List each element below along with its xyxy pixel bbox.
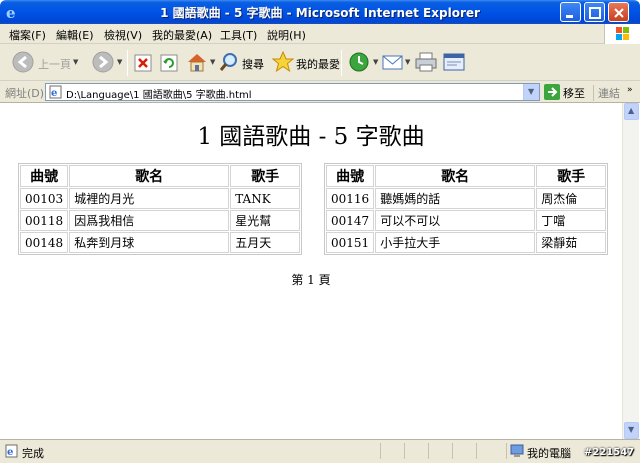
image-id-watermark: #221547 xyxy=(584,447,635,458)
header-name: 歌名 xyxy=(69,165,230,187)
home-dropdown-icon[interactable]: ▼ xyxy=(210,58,215,66)
menu-edit[interactable]: 編輯(E) xyxy=(56,27,94,43)
table-row: 00147 可以不可以 丁噹 xyxy=(326,210,607,231)
song-singer: 梁靜茹 xyxy=(536,232,607,253)
back-dropdown-icon[interactable]: ▼ xyxy=(73,58,78,66)
header-name: 歌名 xyxy=(375,165,536,187)
song-name: 可以不可以 xyxy=(375,210,536,231)
back-button-label[interactable]: 上一頁 xyxy=(38,56,71,72)
song-name: 私奔到月球 xyxy=(69,232,230,253)
song-table-right: 曲號 歌名 歌手 00116 聽媽媽的話 周杰倫 00147 可以不可以 丁噹 … xyxy=(324,163,609,255)
page-done-icon: e xyxy=(5,444,18,458)
table-row: 00116 聽媽媽的話 周杰倫 xyxy=(326,188,607,209)
header-singer: 歌手 xyxy=(536,165,607,187)
forward-icon[interactable] xyxy=(92,51,114,73)
menu-help[interactable]: 說明(H) xyxy=(267,27,306,43)
song-name: 因爲我相信 xyxy=(69,210,230,231)
scroll-up-button[interactable]: ▲ xyxy=(624,103,639,120)
song-id: 00103 xyxy=(20,188,69,209)
links-chevron-icon[interactable]: » xyxy=(627,85,633,95)
song-singer: TANK xyxy=(230,188,301,209)
window-title: 1 國語歌曲 - 5 字歌曲 - Microsoft Internet Expl… xyxy=(160,6,480,20)
table-row: 00103 城裡的月光 TANK xyxy=(20,188,301,209)
song-singer: 五月天 xyxy=(230,232,301,253)
status-text: 完成 xyxy=(22,447,44,460)
mail-dropdown-icon[interactable]: ▼ xyxy=(405,58,410,66)
links-label[interactable]: 連結 xyxy=(593,85,620,101)
minimize-button[interactable] xyxy=(560,2,581,22)
search-icon[interactable] xyxy=(219,52,239,72)
address-label: 網址(D) xyxy=(5,87,45,100)
menu-view[interactable]: 檢視(V) xyxy=(104,27,142,43)
song-id: 00116 xyxy=(326,188,375,209)
vertical-scrollbar[interactable]: ▲ ▼ xyxy=(622,103,639,439)
search-button-label[interactable]: 搜尋 xyxy=(242,56,264,72)
security-zone-text: 我的電腦 xyxy=(527,447,571,460)
title-bar: e 1 國語歌曲 - 5 字歌曲 - Microsoft Internet Ex… xyxy=(0,0,640,24)
svg-text:e: e xyxy=(51,88,57,99)
windows-logo xyxy=(604,24,640,44)
close-icon xyxy=(614,8,624,18)
menu-tools[interactable]: 工具(T) xyxy=(220,27,257,43)
svg-text:e: e xyxy=(7,447,13,458)
song-id: 00118 xyxy=(20,210,69,231)
maximize-icon xyxy=(589,7,601,19)
refresh-icon[interactable] xyxy=(160,54,178,72)
song-id: 00148 xyxy=(20,232,69,253)
page-icon: e xyxy=(49,85,62,99)
scroll-down-button[interactable]: ▼ xyxy=(624,422,639,439)
song-id: 00151 xyxy=(326,232,375,253)
home-icon[interactable] xyxy=(186,52,208,72)
header-id: 曲號 xyxy=(326,165,375,187)
address-dropdown-button[interactable]: ▼ xyxy=(523,84,539,100)
song-singer: 丁噹 xyxy=(536,210,607,231)
song-name: 小手拉大手 xyxy=(375,232,536,253)
status-bar: e 完成 我的電腦 xyxy=(0,439,640,463)
header-id: 曲號 xyxy=(20,165,69,187)
menu-bar: 檔案(F) 編輯(E) 檢視(V) 我的最愛(A) 工具(T) 說明(H) xyxy=(0,24,640,44)
close-button[interactable] xyxy=(608,2,629,22)
chevron-down-icon: ▼ xyxy=(628,425,635,434)
windows-flag-icon xyxy=(616,27,629,40)
address-url[interactable]: D:\Language\1 國語歌曲\5 字歌曲.html xyxy=(66,86,252,101)
address-bar: 網址(D) e D:\Language\1 國語歌曲\5 字歌曲.html ▼ … xyxy=(0,81,640,103)
favorites-button-label[interactable]: 我的最愛 xyxy=(296,56,340,72)
history-icon[interactable] xyxy=(348,52,370,72)
table-row: 00151 小手拉大手 梁靜茹 xyxy=(326,232,607,253)
history-dropdown-icon[interactable]: ▼ xyxy=(373,58,378,66)
maximize-button[interactable] xyxy=(584,2,605,22)
favorites-star-icon[interactable] xyxy=(272,51,294,73)
song-name: 城裡的月光 xyxy=(69,188,230,209)
song-id: 00147 xyxy=(326,210,375,231)
forward-dropdown-icon[interactable]: ▼ xyxy=(117,58,122,66)
print-icon[interactable] xyxy=(415,52,437,72)
page-heading: 1 國語歌曲 - 5 字歌曲 xyxy=(197,124,425,150)
menu-favorites[interactable]: 我的最愛(A) xyxy=(152,27,212,43)
page-number: 第 1 頁 xyxy=(291,273,331,287)
song-singer: 星光幫 xyxy=(230,210,301,231)
stop-icon[interactable] xyxy=(134,54,152,72)
song-singer: 周杰倫 xyxy=(536,188,607,209)
address-input[interactable]: e D:\Language\1 國語歌曲\5 字歌曲.html ▼ xyxy=(45,83,540,101)
toolbar: 上一頁 ▼ ▼ ▼ 搜尋 我的最愛 ▼ ▼ xyxy=(0,44,640,81)
minimize-icon xyxy=(566,15,573,18)
table-header-row: 曲號 歌名 歌手 xyxy=(326,165,607,187)
table-header-row: 曲號 歌名 歌手 xyxy=(20,165,301,187)
page-content: 1 國語歌曲 - 5 字歌曲 曲號 歌名 歌手 00103 城裡的月光 TANK… xyxy=(0,103,622,439)
chevron-up-icon: ▲ xyxy=(628,106,635,115)
edit-icon[interactable] xyxy=(443,52,465,72)
header-singer: 歌手 xyxy=(230,165,301,187)
menu-file[interactable]: 檔案(F) xyxy=(9,27,46,43)
song-table-left: 曲號 歌名 歌手 00103 城裡的月光 TANK 00118 因爲我相信 星光… xyxy=(18,163,303,255)
mail-icon[interactable] xyxy=(382,53,404,71)
go-button-label[interactable]: 移至 xyxy=(563,85,585,101)
song-name: 聽媽媽的話 xyxy=(375,188,536,209)
back-icon[interactable] xyxy=(12,51,34,73)
go-arrow-icon[interactable] xyxy=(544,84,560,100)
table-row: 00148 私奔到月球 五月天 xyxy=(20,232,301,253)
table-row: 00118 因爲我相信 星光幫 xyxy=(20,210,301,231)
chevron-down-icon: ▼ xyxy=(528,87,535,96)
my-computer-icon xyxy=(510,444,524,457)
